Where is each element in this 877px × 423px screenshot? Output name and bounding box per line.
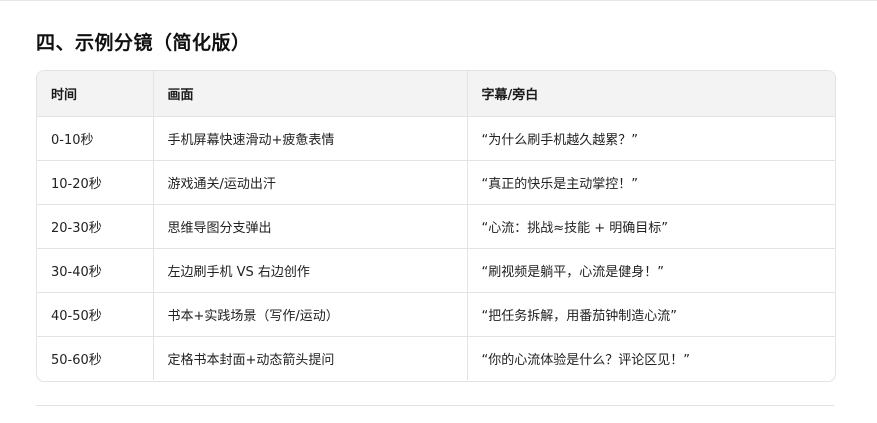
cell-subtitle: “你的心流体验是什么？评论区见！” (481, 352, 690, 368)
bottom-divider (36, 405, 834, 406)
storyboard-table-container: 时间 画面 字幕/旁白 0-10秒 手机屏幕快速滑动+疲惫表情 “为什么刷手机越… (36, 70, 836, 382)
cell-scene: 书本+实践场景（写作/运动） (153, 292, 468, 337)
header-scene: 画面 (153, 71, 468, 117)
table-row: 20-30秒 思维导图分支弹出 “心流：挑战≈技能 + 明确目标” (37, 204, 835, 249)
cell-subtitle: “把任务拆解，用番茄钟制造心流” (467, 292, 835, 337)
cell-time: 20-30秒 (37, 204, 154, 249)
cell-time: 50-60秒 (37, 336, 154, 380)
table-row: 50-60秒 定格书本封面+动态箭头提问 “你的心流体验是什么？评论区见！” (37, 336, 835, 380)
cell-subtitle: “真正的快乐是主动掌控！” (467, 160, 835, 205)
cell-time: 30-40秒 (37, 248, 154, 293)
table-row: 10-20秒 游戏通关/运动出汗 “真正的快乐是主动掌控！” (37, 160, 835, 205)
cell-time: 0-10秒 (37, 116, 154, 161)
section-heading: 四、示例分镜（简化版） (36, 32, 251, 54)
cell-scene: 思维导图分支弹出 (153, 204, 468, 249)
top-divider (0, 0, 877, 1)
table-row: 0-10秒 手机屏幕快速滑动+疲惫表情 “为什么刷手机越久越累？” (37, 116, 835, 161)
header-time: 时间 (37, 71, 154, 117)
cell-subtitle: “为什么刷手机越久越累？” (467, 116, 835, 161)
cell-scene: 游戏通关/运动出汗 (153, 160, 468, 205)
table-row: 40-50秒 书本+实践场景（写作/运动） “把任务拆解，用番茄钟制造心流” (37, 292, 835, 337)
cell-subtitle: “刷视频是躺平，心流是健身！” (467, 248, 835, 293)
cell-scene: 手机屏幕快速滑动+疲惫表情 (153, 116, 468, 161)
cell-scene: 左边刷手机 VS 右边创作 (153, 248, 468, 293)
storyboard-table: 时间 画面 字幕/旁白 0-10秒 手机屏幕快速滑动+疲惫表情 “为什么刷手机越… (37, 71, 835, 380)
cell-scene: 定格书本封面+动态箭头提问 (153, 336, 468, 380)
cell-time: 40-50秒 (37, 292, 154, 337)
header-subtitle: 字幕/旁白 (467, 71, 835, 117)
table-row: 30-40秒 左边刷手机 VS 右边创作 “刷视频是躺平，心流是健身！” (37, 248, 835, 293)
table-header-row: 时间 画面 字幕/旁白 (37, 71, 835, 117)
cell-time: 10-20秒 (37, 160, 154, 205)
cell-subtitle: “心流：挑战≈技能 + 明确目标” (467, 204, 835, 249)
